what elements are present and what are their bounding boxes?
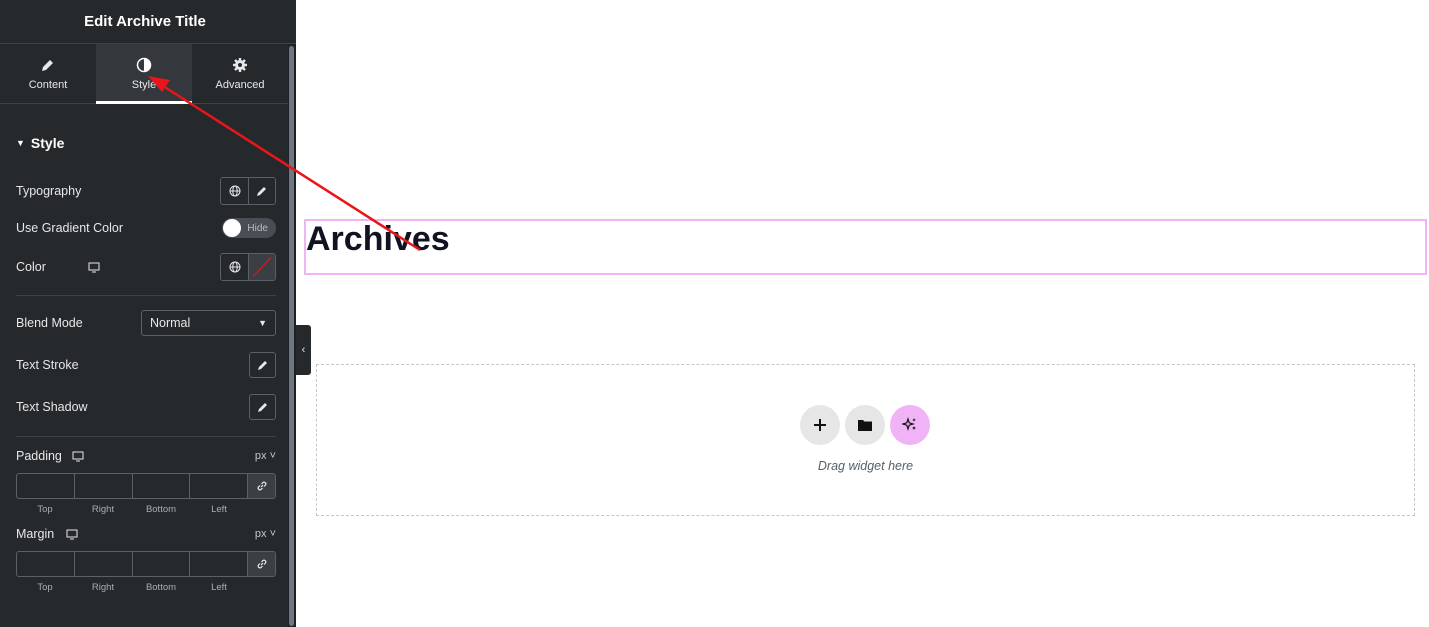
dim-label-bottom: Bottom	[145, 582, 177, 593]
globe-icon[interactable]	[221, 254, 248, 280]
add-template-button[interactable]	[845, 405, 885, 445]
padding-unit-select[interactable]: px ˅	[255, 450, 276, 462]
margin-header: Margin px ˅	[16, 527, 276, 541]
desktop-icon[interactable]	[88, 262, 100, 273]
dim-label-right: Right	[91, 582, 115, 593]
pencil-icon	[42, 59, 53, 71]
typography-control: Typography	[16, 177, 276, 205]
margin-unit: px	[254, 528, 267, 540]
text-stroke-edit-button[interactable]	[249, 352, 276, 378]
tab-advanced[interactable]: Advanced	[192, 44, 288, 103]
drag-widget-text: Drag widget here	[817, 459, 914, 473]
text-stroke-control: Text Stroke	[16, 352, 276, 378]
panel-title: Edit Archive Title	[0, 0, 296, 44]
blend-mode-select[interactable]: Normal ▼	[141, 310, 276, 336]
edit-icon	[257, 361, 267, 370]
text-shadow-control: Text Shadow	[16, 394, 276, 420]
half-circle-icon	[136, 57, 152, 72]
blend-mode-value: Normal	[150, 316, 191, 330]
tab-content-label: Content	[28, 78, 68, 91]
blend-mode-label: Blend Mode	[16, 316, 83, 330]
add-section-button[interactable]	[800, 405, 840, 445]
selected-widget-outline[interactable]	[304, 219, 1427, 275]
padding-unit: px	[254, 450, 267, 462]
padding-header: Padding px ˅	[16, 449, 276, 463]
editor-panel: Edit Archive Title Content Style Advance…	[0, 0, 296, 627]
color-label: Color	[16, 260, 46, 274]
margin-bottom-input[interactable]	[133, 552, 191, 576]
plus-icon	[814, 419, 826, 431]
margin-left-input[interactable]	[190, 552, 248, 576]
gear-icon	[233, 57, 247, 72]
text-shadow-edit-button[interactable]	[249, 394, 276, 420]
dim-label-left: Left	[211, 582, 227, 593]
gradient-label: Use Gradient Color	[16, 221, 123, 235]
link-icon[interactable]	[248, 474, 275, 498]
padding-left-input[interactable]	[190, 474, 248, 498]
globe-icon[interactable]	[221, 178, 248, 204]
tab-advanced-label: Advanced	[215, 78, 265, 91]
dim-label-right: Right	[91, 504, 115, 515]
padding-label: Padding	[16, 449, 62, 463]
margin-unit-select[interactable]: px ˅	[255, 528, 276, 540]
typography-buttons	[220, 177, 276, 205]
edit-icon[interactable]	[248, 178, 275, 204]
dim-label-bottom: Bottom	[145, 504, 177, 515]
margin-right-input[interactable]	[75, 552, 133, 576]
toggle-knob	[223, 219, 241, 237]
margin-labels: Top Right Bottom Left	[16, 582, 248, 593]
margin-label: Margin	[16, 527, 55, 541]
padding-label-group: Padding	[16, 449, 84, 463]
archive-title-heading[interactable]: Archives	[306, 220, 450, 259]
blend-mode-control: Blend Mode Normal ▼	[16, 310, 276, 336]
padding-labels: Top Right Bottom Left	[16, 504, 248, 515]
text-shadow-label: Text Shadow	[16, 400, 88, 414]
divider	[16, 436, 276, 437]
dim-label-left: Left	[211, 504, 227, 515]
typography-label: Typography	[16, 184, 82, 198]
panel-tabs: Content Style Advanced	[0, 44, 288, 104]
color-label-group: Color	[16, 260, 100, 274]
padding-right-input[interactable]	[75, 474, 133, 498]
toggle-label: Hide	[247, 222, 268, 234]
ai-button[interactable]	[890, 405, 930, 445]
color-swatch-empty[interactable]	[248, 254, 275, 280]
caret-down-icon: ▼	[16, 138, 25, 148]
folder-icon	[858, 420, 872, 431]
gradient-toggle[interactable]: Hide	[222, 218, 276, 238]
dim-label-top: Top	[37, 582, 53, 593]
margin-label-group: Margin	[16, 527, 78, 541]
style-section-title: Style	[30, 135, 65, 151]
color-buttons	[220, 253, 276, 281]
collapse-panel-button[interactable]: ‹	[296, 325, 311, 375]
edit-icon	[257, 403, 267, 412]
color-control: Color	[16, 253, 276, 281]
dim-label-top: Top	[37, 504, 53, 515]
chevron-left-icon: ‹	[301, 344, 306, 356]
link-icon[interactable]	[248, 552, 275, 576]
gradient-control: Use Gradient Color Hide	[16, 218, 276, 238]
padding-top-input[interactable]	[17, 474, 75, 498]
padding-inputs	[16, 473, 276, 499]
desktop-icon[interactable]	[72, 451, 84, 462]
style-section-header[interactable]: ▼ Style	[16, 135, 64, 151]
tab-style-label: Style	[131, 78, 157, 91]
desktop-icon[interactable]	[66, 529, 78, 540]
margin-top-input[interactable]	[17, 552, 75, 576]
panel-scrollbar-thumb[interactable]	[289, 46, 294, 626]
chevron-down-icon: ▼	[258, 318, 267, 328]
margin-inputs	[16, 551, 276, 577]
text-stroke-label: Text Stroke	[16, 358, 79, 372]
sparkle-icon	[902, 417, 916, 431]
divider	[16, 295, 276, 296]
tab-content[interactable]: Content	[0, 44, 96, 103]
tab-style[interactable]: Style	[96, 44, 192, 104]
padding-bottom-input[interactable]	[133, 474, 191, 498]
